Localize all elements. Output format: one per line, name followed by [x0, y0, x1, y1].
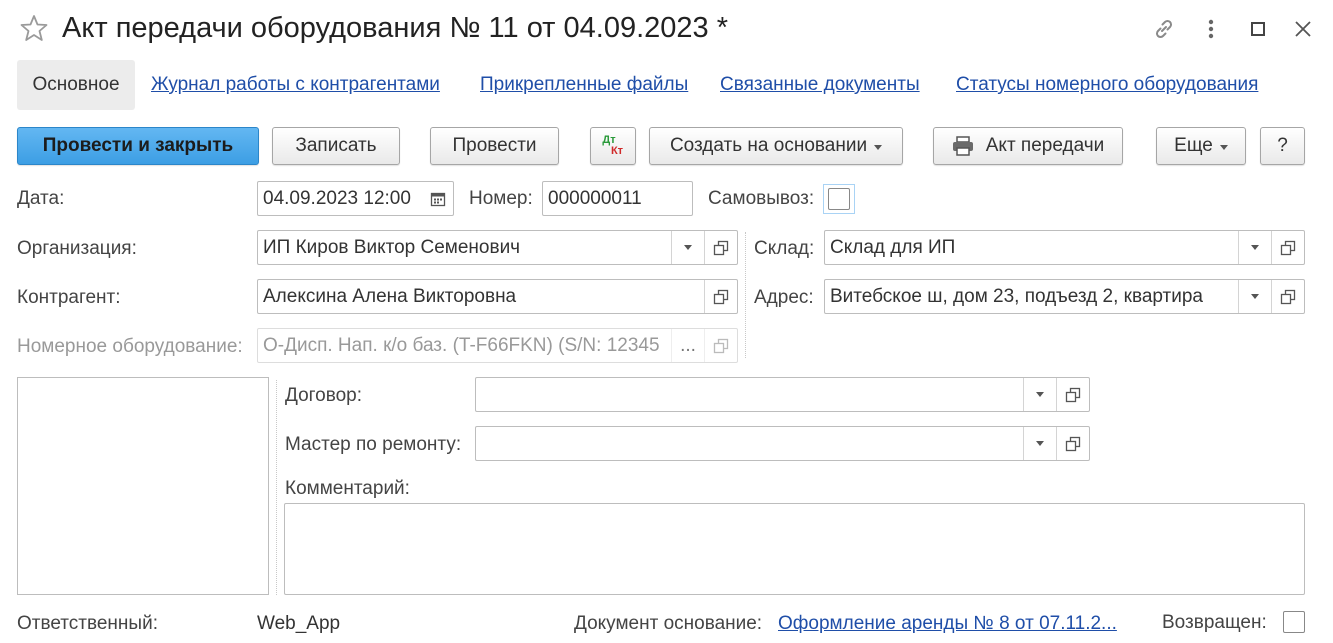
- contract-label: Договор:: [285, 385, 363, 406]
- help-button[interactable]: ?: [1260, 127, 1305, 165]
- tab-main[interactable]: Основное: [17, 60, 135, 110]
- counterparty-value: Алексина Алена Викторовна: [263, 285, 517, 307]
- dropdown-button[interactable]: [1023, 378, 1056, 411]
- dropdown-button[interactable]: [1238, 231, 1271, 264]
- chevron-down-icon: [874, 144, 883, 150]
- create-based-on-label: Создать на основании: [669, 135, 868, 156]
- chevron-down-icon: [1251, 294, 1259, 299]
- dropdown-button[interactable]: [1238, 280, 1271, 313]
- master-field[interactable]: [475, 426, 1090, 461]
- responsible-value: Web_App: [257, 613, 341, 634]
- returned-checkbox[interactable]: [1283, 611, 1305, 633]
- pickup-checkbox[interactable]: [828, 188, 850, 210]
- tab-equipment-statuses[interactable]: Статусы номерного оборудования: [956, 74, 1258, 96]
- equipment-field: О-Дисп. Нап. к/о баз. (T-F66FKN) (S/N: 1…: [257, 328, 738, 363]
- chevron-down-icon: [1036, 392, 1044, 397]
- create-based-on-button[interactable]: Создать на основании: [649, 127, 903, 165]
- open-icon[interactable]: [1056, 427, 1089, 460]
- dropdown-button[interactable]: [1023, 427, 1056, 460]
- close-icon[interactable]: [1290, 16, 1316, 42]
- tab-attached-files[interactable]: Прикрепленные файлы: [480, 74, 688, 96]
- column-divider: [745, 232, 746, 358]
- warehouse-value: Склад для ИП: [830, 236, 956, 258]
- number-label: Номер:: [469, 188, 533, 209]
- open-icon[interactable]: [704, 280, 737, 313]
- number-value: 000000011: [548, 187, 642, 209]
- base-document-label: Документ основание:: [574, 613, 763, 634]
- organization-label: Организация:: [17, 238, 137, 259]
- address-value: Витебское ш, дом 23, подъезд 2, квартира: [830, 285, 1203, 307]
- chevron-down-icon: [1036, 441, 1044, 446]
- kt-label: Кт: [610, 145, 624, 157]
- counterparty-field[interactable]: Алексина Алена Викторовна: [257, 279, 738, 314]
- warehouse-field[interactable]: Склад для ИП: [824, 230, 1305, 265]
- maximize-icon[interactable]: [1245, 16, 1271, 42]
- open-icon: [704, 329, 737, 362]
- date-value: 04.09.2023 12:00: [263, 187, 411, 209]
- dt-kt-button[interactable]: Дт Кт: [590, 127, 636, 165]
- date-field[interactable]: 04.09.2023 12:00: [257, 181, 454, 216]
- counterparty-label: Контрагент:: [17, 287, 121, 308]
- pickup-label: Самовывоз:: [708, 188, 815, 209]
- link-icon[interactable]: [1151, 16, 1177, 42]
- tab-related-documents[interactable]: Связанные документы: [720, 74, 920, 96]
- printer-icon: [952, 136, 974, 156]
- number-field[interactable]: 000000011: [542, 181, 693, 216]
- image-box[interactable]: [17, 377, 269, 595]
- open-icon[interactable]: [1056, 378, 1089, 411]
- more-label: Еще: [1174, 135, 1213, 156]
- pickup-checkbox-wrap[interactable]: [823, 184, 855, 214]
- responsible-label: Ответственный:: [17, 613, 158, 634]
- more-button[interactable]: Еще: [1156, 127, 1246, 165]
- select-button: ...: [671, 329, 704, 362]
- post-and-close-button[interactable]: Провести и закрыть: [17, 127, 259, 165]
- organization-field[interactable]: ИП Киров Виктор Семенович: [257, 230, 738, 265]
- save-button[interactable]: Записать: [272, 127, 400, 165]
- address-label: Адрес:: [754, 287, 814, 308]
- more-menu-icon[interactable]: [1198, 16, 1224, 42]
- page-title: Акт передачи оборудования № 11 от 04.09.…: [62, 12, 729, 44]
- base-document-link[interactable]: Оформление аренды № 8 от 07.11.2...: [778, 613, 1117, 635]
- post-button[interactable]: Провести: [430, 127, 559, 165]
- dropdown-button[interactable]: [671, 231, 704, 264]
- calendar-icon[interactable]: [423, 191, 453, 207]
- chevron-down-icon: [684, 245, 692, 250]
- favorite-star-icon[interactable]: [20, 14, 48, 42]
- open-icon[interactable]: [1271, 231, 1304, 264]
- warehouse-label: Склад:: [754, 238, 815, 259]
- open-icon[interactable]: [704, 231, 737, 264]
- master-label: Мастер по ремонту:: [285, 434, 462, 455]
- comment-label: Комментарий:: [285, 478, 410, 499]
- comment-textarea[interactable]: [284, 503, 1305, 595]
- chevron-down-icon: [1219, 144, 1228, 150]
- equipment-value: О-Дисп. Нап. к/о баз. (T-F66FKN) (S/N: 1…: [263, 334, 660, 356]
- address-field[interactable]: Витебское ш, дом 23, подъезд 2, квартира: [824, 279, 1305, 314]
- print-act-label: Акт передачи: [985, 135, 1105, 156]
- chevron-down-icon: [1251, 245, 1259, 250]
- returned-label: Возвращен:: [1162, 612, 1267, 633]
- date-label: Дата:: [17, 188, 65, 209]
- print-act-button[interactable]: Акт передачи: [933, 127, 1123, 165]
- open-icon[interactable]: [1271, 280, 1304, 313]
- panel-divider: [276, 380, 277, 595]
- equipment-label: Номерное оборудование:: [17, 336, 243, 357]
- organization-value: ИП Киров Виктор Семенович: [263, 236, 521, 258]
- tab-counterparty-journal[interactable]: Журнал работы с контрагентами: [151, 74, 440, 96]
- contract-field[interactable]: [475, 377, 1090, 412]
